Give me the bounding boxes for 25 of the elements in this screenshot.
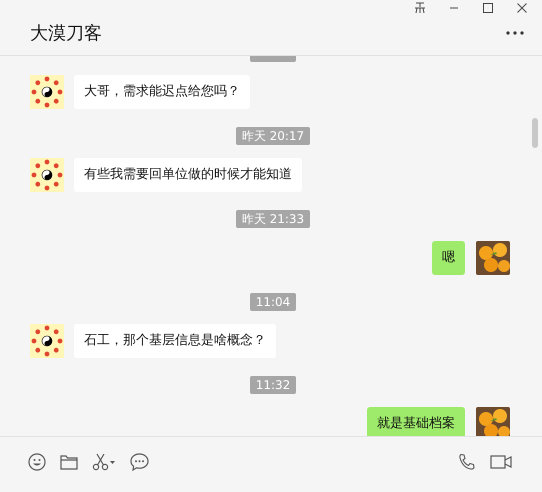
emoji-icon[interactable] xyxy=(28,453,46,471)
scissors-icon[interactable] xyxy=(92,453,116,471)
message-bubble: 有些我需要回单位做的时候才能知道 xyxy=(74,158,302,192)
oranges-photo[interactable] xyxy=(476,407,510,436)
yin-yang-avatar-icon[interactable] xyxy=(30,158,64,192)
timestamp: 昨天 20:17 xyxy=(236,127,310,145)
yin-yang-avatar-icon[interactable] xyxy=(30,324,64,358)
scrollbar[interactable] xyxy=(532,118,538,148)
folder-icon[interactable] xyxy=(60,454,78,470)
close-icon[interactable] xyxy=(516,2,528,14)
chat-bubble-icon[interactable] xyxy=(130,453,149,471)
maximize-icon[interactable] xyxy=(482,2,494,14)
message-bubble: 就是基础档案 xyxy=(367,407,465,436)
timestamp: 11:04 xyxy=(250,293,296,311)
message-bubble: 大哥，需求能迟点给您吗？ xyxy=(74,75,250,109)
phone-icon[interactable] xyxy=(458,453,476,471)
timestamp: 11:32 xyxy=(250,376,296,394)
message-bubble: 嗯 xyxy=(432,241,465,275)
timestamp: 昨天 21:33 xyxy=(236,210,310,228)
more-icon[interactable] xyxy=(506,31,524,35)
video-call-icon[interactable] xyxy=(490,455,512,469)
yin-yang-avatar-icon[interactable] xyxy=(30,75,64,109)
oranges-photo[interactable] xyxy=(476,241,510,275)
chat-title: 大漠刀客 xyxy=(30,22,103,45)
message-bubble: 石工，那个基层信息是啥概念？ xyxy=(74,324,276,358)
